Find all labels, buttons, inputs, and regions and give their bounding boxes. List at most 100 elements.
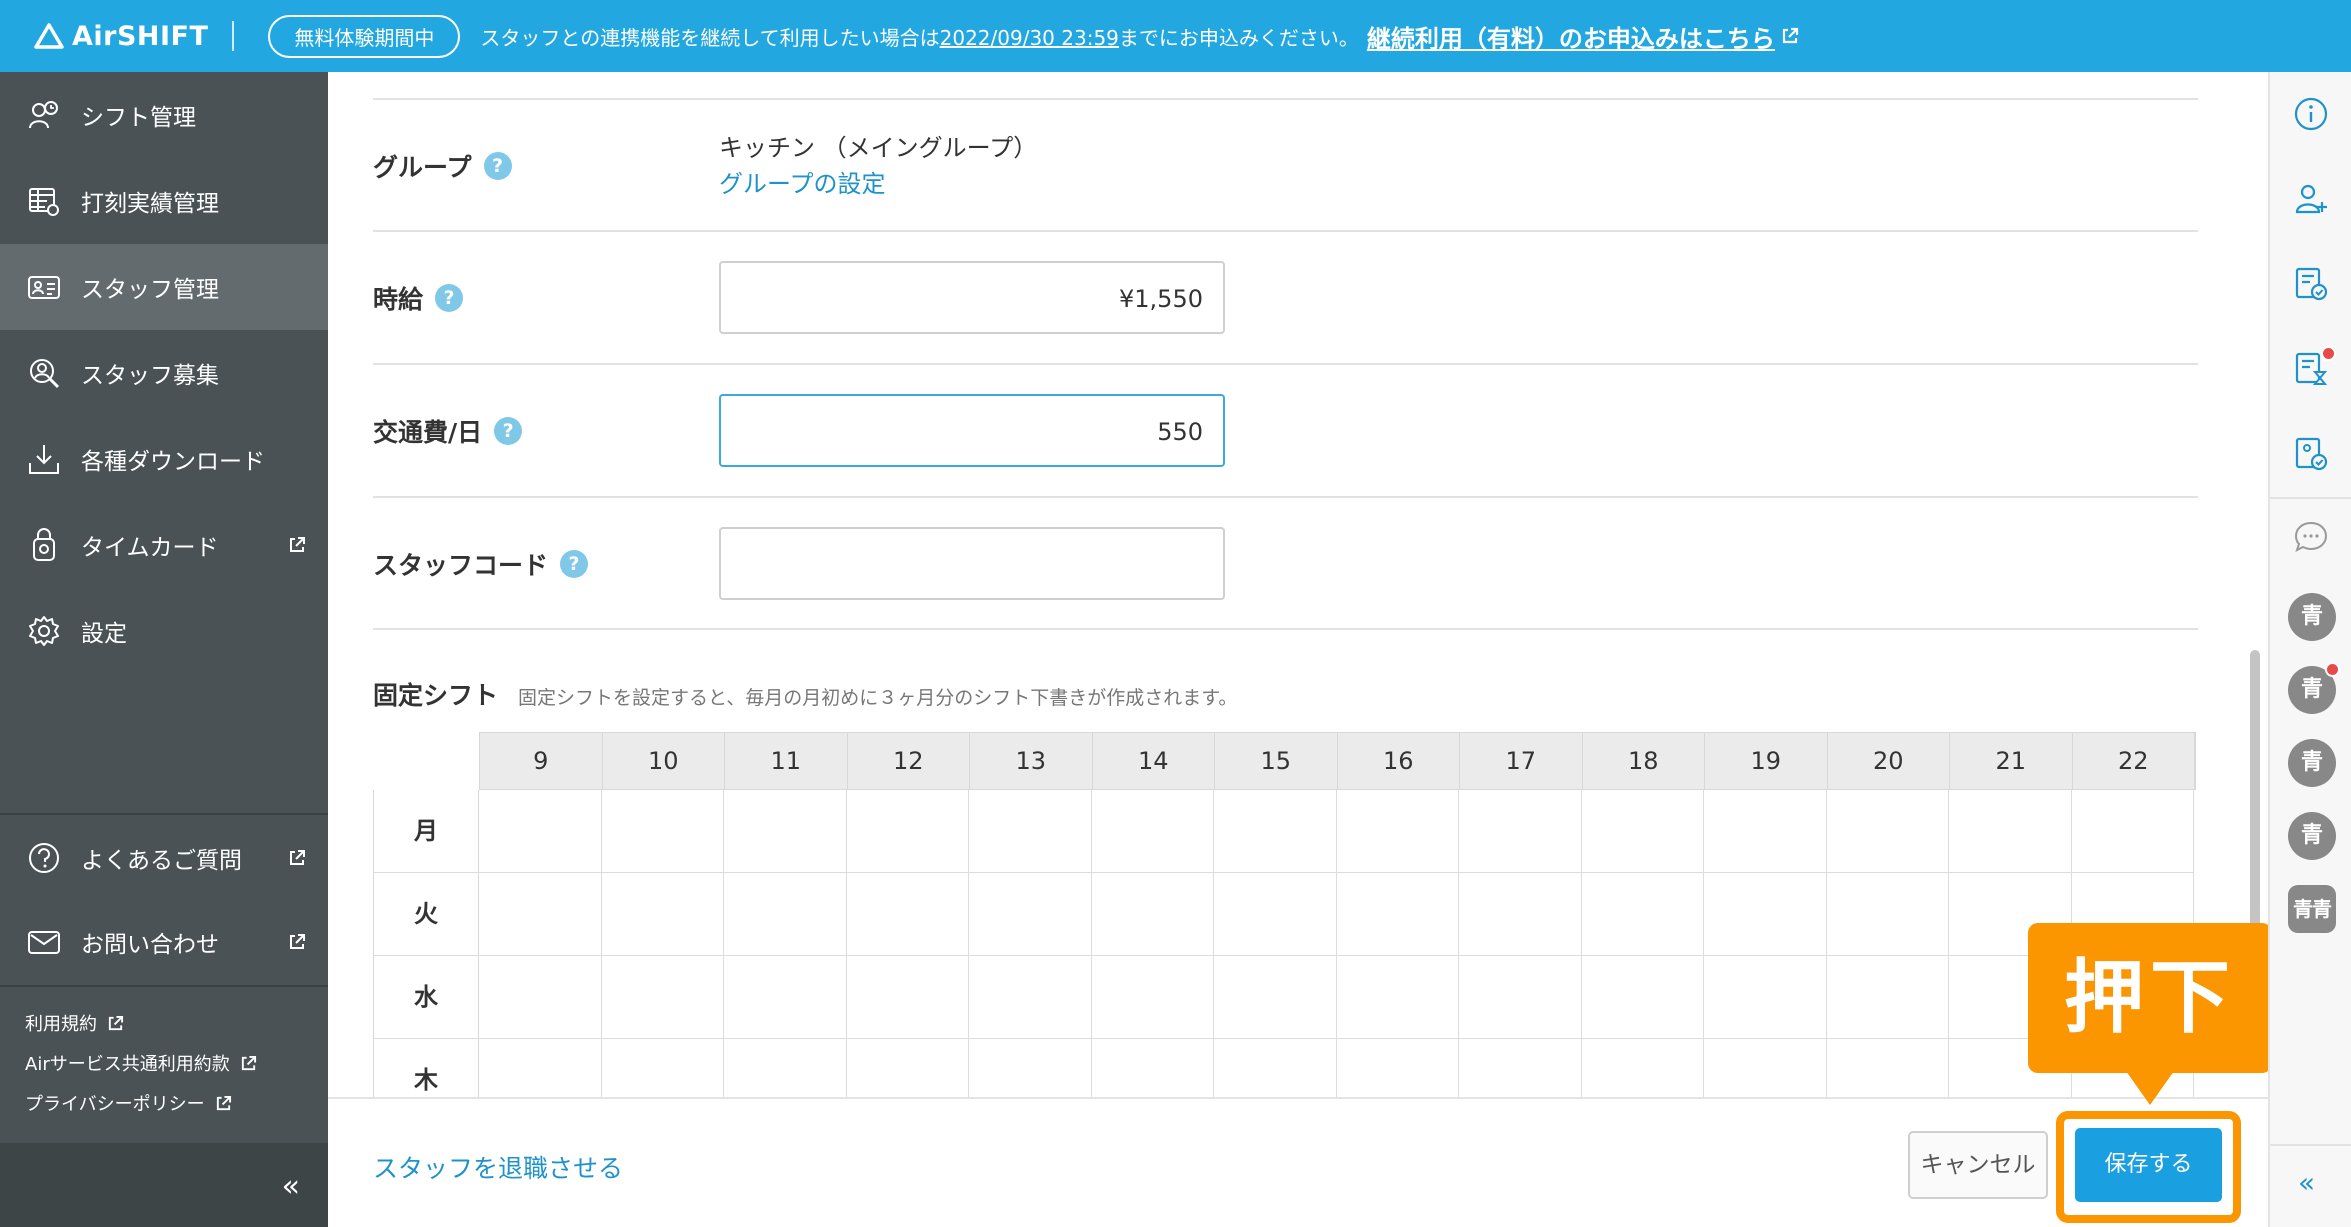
shift-cell[interactable]	[2071, 790, 2194, 873]
gear-icon	[29, 616, 59, 646]
hour-header: 10	[603, 733, 725, 789]
group-label: グループ ?	[373, 148, 512, 184]
sidebar-collapse-button[interactable]: «	[282, 1169, 300, 1204]
shift-cell[interactable]	[1459, 873, 1582, 956]
shift-cell[interactable]	[1336, 873, 1459, 956]
shift-cell[interactable]	[1092, 1039, 1214, 1097]
shift-cell[interactable]	[846, 873, 969, 956]
staff-code-input[interactable]	[719, 527, 1225, 600]
sidebar-item-staff[interactable]: スタッフ管理	[0, 244, 328, 330]
help-icon[interactable]: ?	[483, 152, 512, 180]
staff-avatar[interactable]: 青	[2288, 812, 2336, 860]
shift-cell[interactable]	[969, 790, 1092, 873]
shift-cell[interactable]	[1091, 790, 1214, 873]
sidebar-item-contact[interactable]: お問い合わせ	[0, 899, 328, 985]
shift-cell[interactable]	[969, 956, 1092, 1039]
shift-cell[interactable]	[1704, 790, 1827, 873]
shift-cell[interactable]	[1214, 790, 1337, 873]
shift-cell[interactable]	[1214, 1039, 1337, 1097]
shift-cell[interactable]	[969, 1039, 1092, 1097]
shift-cell[interactable]	[1582, 1039, 1704, 1097]
shift-cell[interactable]	[1459, 956, 1582, 1039]
divider	[373, 363, 2198, 365]
sidebar-item-shift[interactable]: シフト管理	[0, 72, 328, 158]
help-icon[interactable]: ?	[494, 417, 523, 445]
staff-avatar[interactable]: 青	[2288, 593, 2336, 641]
sidebar-item-recruit[interactable]: スタッフ募集	[0, 330, 328, 416]
shift-cell[interactable]	[479, 1039, 602, 1097]
right-panel: 青 青 青 青 青青 «	[2268, 72, 2351, 1227]
shift-cell[interactable]	[1337, 1039, 1459, 1097]
shift-cell[interactable]	[1826, 790, 1949, 873]
document-approval-icon[interactable]	[2292, 435, 2330, 473]
shift-cell[interactable]	[1949, 790, 2072, 873]
shift-cell[interactable]	[1091, 956, 1214, 1039]
right-panel-collapse-button[interactable]: «	[2298, 1166, 2315, 1199]
terms-link[interactable]: 利用規約	[25, 1010, 124, 1036]
shift-cell[interactable]	[1459, 790, 1582, 873]
shift-cell[interactable]	[1336, 956, 1459, 1039]
external-link-icon	[216, 1095, 231, 1110]
shift-cell[interactable]	[1214, 956, 1337, 1039]
shift-cell[interactable]	[1704, 956, 1827, 1039]
shift-cell[interactable]	[1581, 790, 1704, 873]
privacy-policy-link[interactable]: プライバシーポリシー	[25, 1090, 232, 1116]
add-user-icon[interactable]	[2292, 180, 2330, 218]
shift-cell[interactable]	[847, 1039, 969, 1097]
shift-cell[interactable]	[1827, 1039, 1949, 1097]
paid-signup-link[interactable]: 継続利用（有料）のお申込みはこちら	[1367, 19, 1799, 54]
common-terms-link[interactable]: Airサービス共通利用約款	[25, 1050, 257, 1076]
hourly-wage-input[interactable]: ¥1,550	[719, 261, 1225, 334]
shift-cell[interactable]	[724, 1039, 847, 1097]
shift-cell[interactable]	[1091, 873, 1214, 956]
document-check-icon[interactable]	[2292, 265, 2330, 303]
shift-cell[interactable]	[479, 790, 602, 873]
save-button[interactable]: 保存する	[2075, 1128, 2222, 1202]
shift-cell[interactable]	[1826, 956, 1949, 1039]
shift-cell[interactable]	[1581, 956, 1704, 1039]
sidebar-item-faq[interactable]: よくあるご質問	[0, 815, 328, 901]
shift-cell[interactable]	[1214, 873, 1337, 956]
shift-cell[interactable]	[846, 956, 969, 1039]
info-icon[interactable]	[2292, 95, 2330, 133]
shift-cell[interactable]	[601, 956, 724, 1039]
sidebar-item-settings[interactable]: 設定	[0, 588, 328, 674]
shift-cell[interactable]	[479, 873, 602, 956]
group-label-text: グループ	[373, 153, 472, 182]
shift-cell[interactable]	[1581, 873, 1704, 956]
retire-staff-link[interactable]: スタッフを退職させる	[373, 1149, 623, 1185]
staff-avatar[interactable]: 青	[2288, 739, 2336, 787]
shift-cell[interactable]	[724, 873, 847, 956]
shift-cell[interactable]	[601, 873, 724, 956]
logo-text: AirSHIFT	[72, 20, 209, 52]
shift-cell[interactable]	[479, 956, 602, 1039]
hour-header: 16	[1338, 733, 1460, 789]
shift-cell[interactable]	[1826, 873, 1949, 956]
shift-cell[interactable]	[969, 873, 1092, 956]
shift-cell[interactable]	[1704, 873, 1827, 956]
shift-cell[interactable]	[1336, 790, 1459, 873]
help-icon[interactable]: ?	[560, 550, 589, 578]
shift-cell[interactable]	[724, 956, 847, 1039]
cancel-button[interactable]: キャンセル	[1908, 1131, 2048, 1199]
shift-cell[interactable]	[846, 790, 969, 873]
shift-cell[interactable]	[1459, 1039, 1582, 1097]
shift-cell[interactable]	[1704, 1039, 1827, 1097]
sidebar: シフト管理 打刻実績管理 スタッフ管理 スタッフ募集 各種ダウンロード タイムカ…	[0, 72, 328, 1227]
chat-icon[interactable]	[2292, 518, 2330, 556]
airshift-logo[interactable]: AirSHIFT	[34, 21, 208, 52]
sidebar-divider	[0, 985, 328, 987]
shift-cell[interactable]	[724, 790, 847, 873]
shift-cell[interactable]	[602, 1039, 724, 1097]
hour-header: 15	[1215, 733, 1338, 789]
staff-avatar[interactable]: 青青	[2288, 885, 2336, 933]
sidebar-item-timecard[interactable]: タイムカード	[0, 502, 328, 588]
hour-header: 9	[480, 733, 603, 789]
shift-cell[interactable]	[601, 790, 724, 873]
help-icon[interactable]: ?	[435, 284, 464, 312]
sidebar-item-timesheet[interactable]: 打刻実績管理	[0, 158, 328, 244]
hour-header-row: 9 10 11 12 13 14 15 16 17 18 19 20 21 22	[479, 732, 2196, 790]
group-settings-link[interactable]: グループの設定	[719, 164, 886, 199]
transport-cost-input[interactable]: 550	[719, 394, 1225, 467]
sidebar-item-download[interactable]: 各種ダウンロード	[0, 416, 328, 502]
